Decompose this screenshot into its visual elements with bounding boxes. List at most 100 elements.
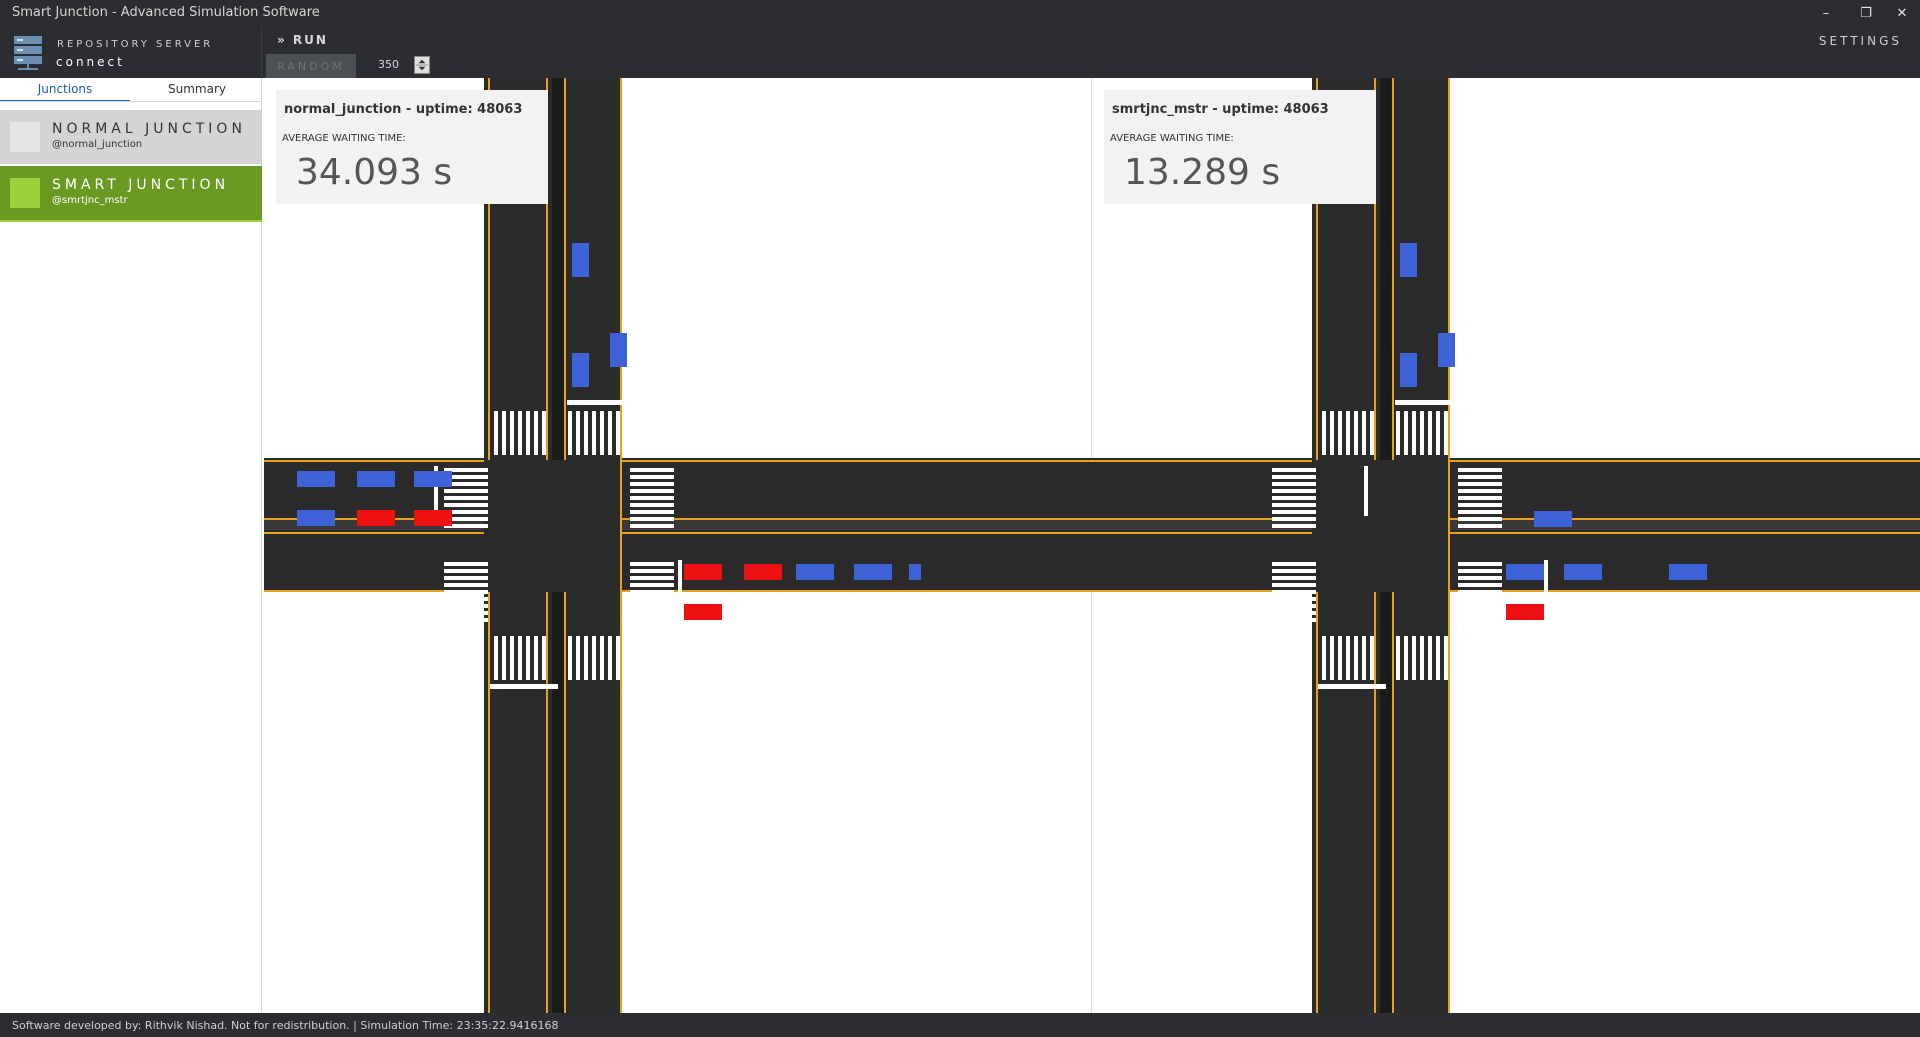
vehicle	[796, 564, 834, 580]
crosswalk-stripe	[592, 411, 596, 455]
crosswalk-stripe	[1396, 411, 1400, 455]
crosswalk-stripe	[1458, 576, 1502, 580]
crosswalk-stripe	[1362, 411, 1366, 455]
run-button[interactable]: » RUN	[277, 33, 328, 47]
crosswalk-stripe	[1404, 636, 1408, 680]
crosswalk-stripe	[630, 496, 674, 500]
crosswalk-stripe	[1458, 482, 1502, 486]
junction-swatch	[10, 178, 40, 208]
vehicle	[744, 564, 782, 580]
crosswalk-stripe	[630, 510, 674, 514]
panel-title: normal_junction - uptime: 48063	[284, 102, 523, 117]
crosswalk-stripe	[1338, 636, 1342, 680]
crosswalk-stripe	[1272, 475, 1316, 479]
settings-button[interactable]: SETTINGS	[1819, 34, 1902, 48]
crosswalk-stripe	[1322, 636, 1326, 680]
sidebar-item-smart-junction[interactable]: SMART JUNCTION @smrtjnc_mstr	[0, 166, 262, 222]
vehicle	[854, 564, 892, 580]
lane-line	[1092, 518, 1920, 520]
minimize-button[interactable]: –	[1810, 0, 1842, 27]
vehicle	[684, 604, 722, 620]
crosswalk-stripe	[1458, 496, 1502, 500]
crosswalk-stripe	[1362, 636, 1366, 680]
crosswalk-stripe	[444, 611, 488, 615]
crosswalk-stripe	[630, 576, 674, 580]
lane-line	[620, 78, 622, 1013]
stepper-up-icon[interactable]	[418, 59, 426, 64]
stepper-down-icon[interactable]	[418, 66, 426, 71]
crosswalk-stripe	[444, 503, 488, 507]
crosswalk-stripe	[1458, 510, 1502, 514]
stop-line	[1318, 684, 1386, 689]
lane-line	[264, 532, 1092, 534]
stop-line	[1395, 400, 1463, 405]
avg-waiting-value: 34.093 s	[296, 152, 453, 193]
minimize-icon: –	[1822, 6, 1830, 21]
crosswalk-stripe	[1272, 597, 1316, 601]
crosswalk-stripe	[1436, 636, 1440, 680]
crosswalk-stripe	[1272, 503, 1316, 507]
crosswalk-stripe	[1458, 489, 1502, 493]
crosswalk-stripe	[542, 636, 546, 680]
crosswalk-stripe	[576, 411, 580, 455]
crosswalk-stripe	[502, 636, 506, 680]
crosswalk-stripe	[1272, 569, 1316, 573]
tab-junctions[interactable]: Junctions	[0, 82, 130, 102]
vehicle	[610, 333, 627, 367]
crosswalk-stripe	[630, 618, 674, 622]
vehicle	[572, 243, 589, 277]
crosswalk-stripe	[1272, 468, 1316, 472]
sidebar-item-normal-junction[interactable]: NORMAL JUNCTION @normal_junction	[0, 110, 262, 164]
crosswalk-stripe	[1458, 524, 1502, 528]
lane-line	[1092, 532, 1920, 534]
tab-summary[interactable]: Summary	[132, 82, 262, 100]
crosswalk-stripe	[1272, 590, 1316, 594]
crosswalk-stripe	[600, 411, 604, 455]
vehicle	[1506, 604, 1544, 620]
vehicle-count-input[interactable]: 350	[378, 58, 399, 71]
crosswalk-stripe	[1354, 411, 1358, 455]
vehicle	[572, 353, 589, 387]
crosswalk-stripe	[1428, 411, 1432, 455]
simulation-canvas: normal_junction - uptime: 48063 AVERAGE …	[264, 78, 1920, 1013]
vehicle	[1400, 243, 1417, 277]
random-button[interactable]: RANDOM	[266, 54, 356, 78]
crosswalk-stripe	[518, 636, 522, 680]
crosswalk-stripe	[1272, 517, 1316, 521]
crosswalk-stripe	[1420, 636, 1424, 680]
crosswalk-stripe	[630, 590, 674, 594]
avg-waiting-label: AVERAGE WAITING TIME:	[1110, 133, 1234, 144]
lane-line	[264, 460, 1092, 462]
crosswalk-stripe	[630, 482, 674, 486]
crosswalk-stripe	[1458, 517, 1502, 521]
lane-line	[1092, 460, 1920, 462]
status-bar: Software developed by: Rithvik Nishad. N…	[0, 1013, 1920, 1037]
vehicle	[1564, 564, 1602, 580]
crosswalk-stripe	[1272, 510, 1316, 514]
restore-button[interactable]: ❐	[1850, 0, 1882, 27]
crosswalk-stripe	[1458, 590, 1502, 594]
close-button[interactable]: ✕	[1886, 0, 1918, 27]
crosswalk-stripe	[1354, 636, 1358, 680]
crosswalk-stripe	[630, 597, 674, 601]
junction-map	[264, 78, 1920, 1013]
crosswalk-stripe	[534, 411, 538, 455]
junction-handle: @normal_junction	[52, 139, 143, 150]
crosswalk-stripe	[1458, 475, 1502, 479]
vehicle	[1669, 564, 1707, 580]
stop-line	[678, 560, 682, 610]
crosswalk-stripe	[1444, 636, 1448, 680]
crosswalk-stripe	[616, 411, 620, 455]
crosswalk-stripe	[630, 475, 674, 479]
crosswalk-stripe	[1330, 636, 1334, 680]
connect-link[interactable]: connect	[56, 55, 125, 69]
crosswalk-stripe	[1458, 583, 1502, 587]
crosswalk-stripe	[630, 583, 674, 587]
crosswalk-stripe	[630, 503, 674, 507]
count-stepper[interactable]	[414, 56, 430, 74]
vehicle	[1400, 353, 1417, 387]
avg-waiting-label: AVERAGE WAITING TIME:	[282, 133, 406, 144]
crosswalk-stripe	[608, 411, 612, 455]
crosswalk-stripe	[1272, 576, 1316, 580]
vehicle	[684, 564, 722, 580]
